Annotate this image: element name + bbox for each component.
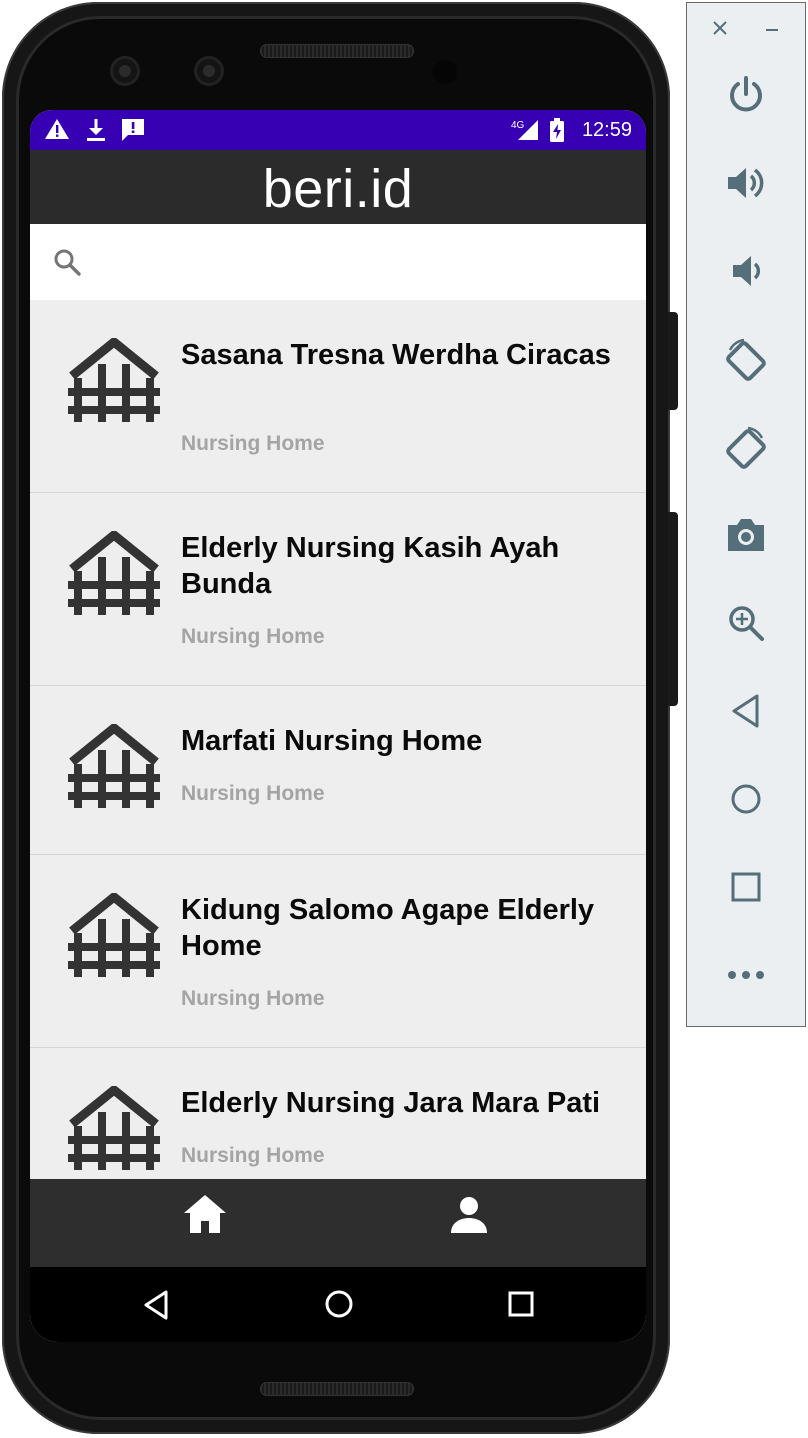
feedback-icon [120, 118, 146, 147]
house-icon [66, 891, 162, 984]
volume-down-icon [725, 251, 767, 296]
close-icon[interactable] [711, 19, 729, 42]
zoom-button[interactable] [687, 603, 805, 647]
back-icon[interactable] [142, 1289, 170, 1326]
item-title: Marfati Nursing Home [181, 725, 483, 757]
search-icon[interactable] [52, 247, 82, 282]
rotate-left-icon [722, 336, 770, 389]
emulator-home-button[interactable] [687, 779, 805, 823]
app-title: beri.id [262, 159, 414, 219]
download-icon [85, 118, 107, 147]
person-icon[interactable] [449, 1195, 489, 1240]
camera-icon [724, 515, 768, 560]
back-icon [728, 692, 764, 735]
emulator-back-button[interactable] [687, 691, 805, 735]
house-icon [66, 722, 162, 815]
screenshot-button[interactable] [687, 515, 805, 559]
status-time: 12:59 [581, 119, 632, 141]
item-title: Elderly Nursing Jara Mara Pati [181, 1087, 601, 1119]
rotate-right-button[interactable] [687, 425, 805, 475]
house-icon [66, 1084, 162, 1177]
warning-icon [44, 118, 70, 145]
item-title: Elderly Nursing Kasih Ayah Bunda [181, 532, 560, 600]
front-camera-right [194, 56, 224, 86]
more-button[interactable] [687, 955, 805, 999]
power-icon [726, 75, 766, 120]
item-subtitle: Nursing Home [181, 782, 325, 805]
svg-text:4G: 4G [511, 120, 525, 131]
item-title: Sasana Tresna Werdha Ciracas [181, 339, 611, 371]
emulator-toolbar [686, 2, 806, 1027]
list-item[interactable]: Kidung Salomo Agape Elderly Home Nursing… [30, 855, 646, 1048]
search-bar[interactable] [30, 224, 646, 300]
minimize-icon[interactable] [763, 19, 781, 42]
bottom-speaker [260, 1382, 414, 1396]
front-camera-left [110, 56, 140, 86]
phone-volume-key[interactable] [668, 512, 678, 706]
rotate-left-button[interactable] [687, 337, 805, 387]
volume-up-icon [725, 163, 767, 208]
volume-up-button[interactable] [687, 163, 805, 207]
battery-charging-icon [549, 118, 565, 148]
overview-icon[interactable] [508, 1291, 534, 1322]
system-navigation-bar [30, 1267, 646, 1342]
list-item[interactable]: Elderly Nursing Kasih Ayah Bunda Nursing… [30, 493, 646, 686]
house-icon [66, 336, 162, 429]
item-title: Kidung Salomo Agape Elderly Home [181, 894, 595, 962]
proximity-sensor [433, 60, 457, 84]
zoom-icon [726, 603, 766, 648]
item-subtitle: Nursing Home [181, 625, 325, 648]
house-icon [66, 529, 162, 622]
overview-icon [729, 870, 763, 909]
item-subtitle: Nursing Home [181, 1144, 325, 1167]
home-circle-icon [728, 781, 764, 822]
device-screen: 4G 12:59 beri.id Sasana Tresna Werdha Ci… [30, 110, 646, 1342]
more-icon [726, 968, 766, 987]
power-button[interactable] [687, 75, 805, 119]
status-bar: 4G 12:59 [30, 110, 646, 150]
item-subtitle: Nursing Home [181, 987, 325, 1010]
volume-down-button[interactable] [687, 251, 805, 295]
rotate-right-icon [722, 424, 770, 477]
item-subtitle: Nursing Home [181, 432, 325, 455]
signal-4g-icon: 4G [510, 118, 540, 147]
list-item[interactable]: Sasana Tresna Werdha Ciracas Nursing Hom… [30, 300, 646, 493]
bottom-navigation [30, 1179, 646, 1267]
list-item[interactable]: Elderly Nursing Jara Mara Pati Nursing H… [30, 1048, 646, 1180]
home-icon[interactable] [182, 1193, 228, 1240]
emulator-overview-button[interactable] [687, 867, 805, 911]
phone-power-key[interactable] [668, 312, 678, 410]
list-item[interactable]: Marfati Nursing Home Nursing Home [30, 686, 646, 855]
place-list: Sasana Tresna Werdha Ciracas Nursing Hom… [30, 300, 646, 1180]
home-circle-icon[interactable] [324, 1289, 354, 1324]
app-bar: beri.id [30, 150, 646, 224]
earpiece-speaker [260, 44, 414, 58]
search-input[interactable] [100, 242, 624, 284]
